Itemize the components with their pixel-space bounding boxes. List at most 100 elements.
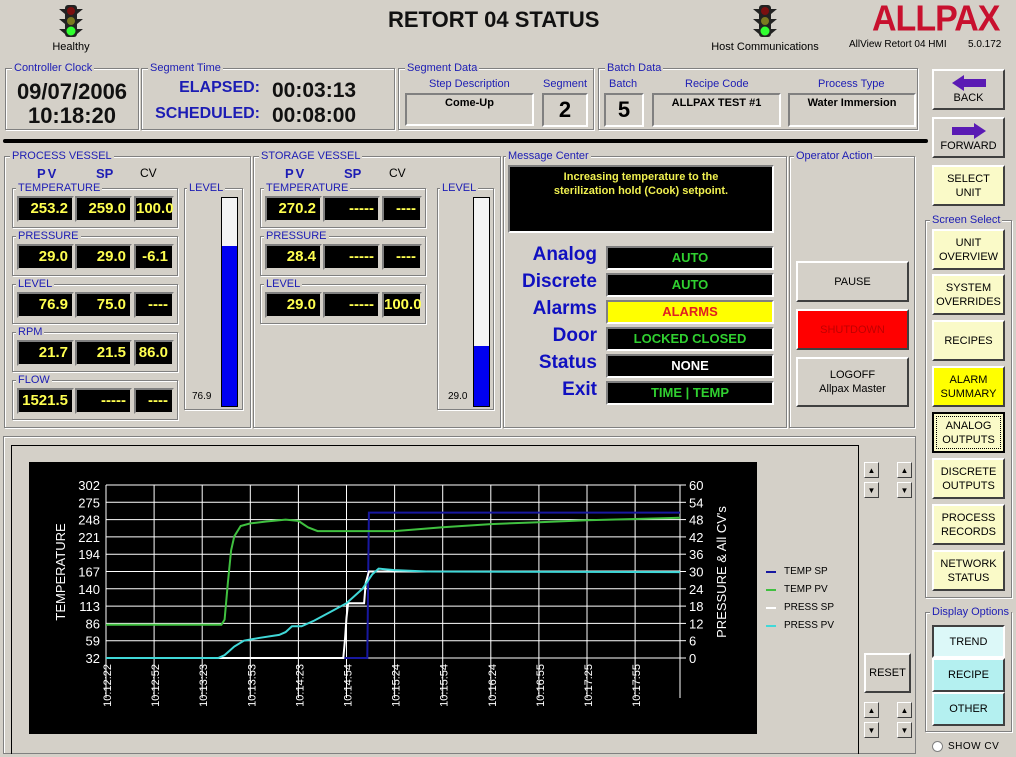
select-unit-button[interactable]: SELECT UNIT: [932, 165, 1005, 206]
y2-tick-label: 30: [689, 565, 703, 580]
operator-action-title: Operator Action: [794, 149, 875, 163]
recipes-button[interactable]: RECIPES: [932, 320, 1005, 361]
pv-flow-sp-readout: -----: [75, 388, 132, 414]
x-tick-label: 10:15:24: [391, 664, 403, 707]
y2-offset-down-button[interactable]: ▼: [897, 722, 912, 738]
x-tick-label: 10:12:22: [102, 664, 114, 707]
pv-pressure-label: PRESSURE: [16, 229, 81, 243]
host-communications-label: Host Communications: [711, 41, 819, 53]
y2-axis-label: PRESSURE & All CV's: [714, 506, 729, 638]
y-tick-label: 302: [78, 478, 100, 493]
y-tick-label: 221: [78, 530, 100, 545]
legend-item: TEMP SP: [766, 563, 834, 581]
y-scale-up-button[interactable]: ▲: [864, 462, 879, 478]
shutdown-button[interactable]: SHUTDOWN: [796, 309, 909, 350]
pv-pressure-pv-readout: 29.0: [17, 244, 74, 270]
arrow-left-icon: [951, 74, 986, 91]
recipe-view-button[interactable]: RECIPE: [932, 658, 1005, 692]
discrete-outputs-button[interactable]: DISCRETE OUTPUTS: [932, 458, 1005, 499]
recipe-code-value: ALLPAX TEST #1: [671, 97, 762, 109]
scheduled-value: 00:08:00: [272, 104, 357, 127]
trend-button[interactable]: TREND: [932, 625, 1005, 658]
pv-column-header: PV: [285, 166, 307, 181]
logoff-button[interactable]: LOGOFF Allpax Master: [796, 357, 909, 407]
sv-temperature-sp-readout: -----: [323, 196, 380, 222]
button-label: OVERRIDES: [936, 295, 1001, 308]
storage-level-title: LEVEL: [440, 181, 479, 195]
logoff-user: Allpax Master: [819, 383, 886, 395]
forward-button[interactable]: FORWARD: [932, 117, 1005, 158]
button-label: RECORDS: [940, 525, 996, 538]
sv-temperature-cv-readout: ----: [382, 196, 422, 222]
y-tick-label: 59: [86, 634, 100, 649]
y2-tick-label: 54: [689, 495, 703, 510]
back-button[interactable]: BACK: [932, 69, 1005, 110]
process-records-button[interactable]: PROCESS RECORDS: [932, 504, 1005, 545]
sv-pressure-pv-readout: 28.4: [265, 244, 322, 270]
pv-rpm-sp-readout: 21.5: [75, 340, 132, 366]
y-scale-down-button[interactable]: ▼: [864, 482, 879, 498]
button-label: SYSTEM: [945, 281, 992, 294]
logoff-label: LOGOFF: [829, 369, 876, 381]
analog-outputs-button[interactable]: ANALOG OUTPUTS: [932, 412, 1005, 453]
analog-status-value: AUTO: [606, 246, 774, 270]
y2-scale-down-button[interactable]: ▼: [897, 482, 912, 498]
display-options-title: Display Options: [930, 605, 1012, 619]
legend-label: TEMP SP: [784, 566, 828, 577]
network-status-button[interactable]: NETWORK STATUS: [932, 550, 1005, 591]
unit-overview-button[interactable]: UNIT OVERVIEW: [932, 229, 1005, 270]
pause-button[interactable]: PAUSE: [796, 261, 909, 302]
y-tick-label: 86: [86, 616, 100, 631]
process-type-field: Water Immersion: [788, 93, 916, 127]
x-tick-label: 10:17:25: [583, 664, 595, 707]
x-tick-label: 10:12:52: [150, 664, 162, 707]
pv-flow-label: FLOW: [16, 373, 52, 387]
y-tick-label: 194: [78, 547, 100, 562]
y2-offset-up-button[interactable]: ▲: [897, 702, 912, 718]
process-vessel-title: PROCESS VESSEL: [10, 149, 114, 163]
pv-column-header: PV: [37, 166, 59, 181]
segment-value: 2: [558, 97, 572, 122]
pv-rpm-pv-readout: 21.7: [17, 340, 74, 366]
header-divider: [3, 139, 928, 143]
batch-field: 5: [604, 93, 644, 127]
system-overrides-button[interactable]: SYSTEM OVERRIDES: [932, 274, 1005, 315]
segment-data-title: Segment Data: [405, 61, 480, 75]
alarms-status-label: Alarms: [532, 298, 597, 319]
alarms-status-value: ALARMS: [606, 300, 774, 324]
sv-level-pv-readout: 29.0: [265, 292, 322, 318]
pv-temperature-cv-readout: 100.0: [134, 196, 174, 222]
process-level-bar: [221, 197, 238, 407]
button-label: NETWORK: [940, 557, 997, 570]
message-display: Increasing temperature to the sterilizat…: [508, 165, 774, 233]
y-offset-up-button[interactable]: ▲: [864, 702, 879, 718]
traffic-light-icon: [59, 5, 83, 37]
x-tick-label: 10:13:23: [198, 664, 210, 707]
reset-button[interactable]: RESET: [864, 653, 911, 693]
process-level-value: 76.9: [192, 391, 212, 402]
exit-status-label: Exit: [562, 379, 597, 400]
process-level-fill: [222, 246, 237, 406]
sv-pressure-label: PRESSURE: [264, 229, 329, 243]
y2-scale-up-button[interactable]: ▲: [897, 462, 912, 478]
button-label: PROCESS: [941, 511, 996, 524]
x-tick-label: 10:17:55: [631, 664, 643, 707]
other-view-button[interactable]: OTHER: [932, 692, 1005, 726]
y2-tick-label: 24: [689, 582, 703, 597]
cv-column-header: CV: [140, 166, 157, 180]
y2-tick-label: 60: [689, 478, 703, 493]
segment-label: Segment: [543, 78, 588, 90]
y-tick-label: 32: [86, 651, 100, 666]
y2-tick-label: 18: [689, 599, 703, 614]
alarm-summary-button[interactable]: ALARM SUMMARY: [932, 366, 1005, 407]
y2-tick-label: 12: [689, 616, 703, 631]
y-tick-label: 275: [78, 495, 100, 510]
show-cv-radio[interactable]: SHOW CV: [932, 741, 999, 752]
legend-label: TEMP PV: [784, 584, 828, 595]
pv-temperature-sp-readout: 259.0: [75, 196, 132, 222]
batch-label: Batch: [609, 78, 638, 90]
pv-rpm-label: RPM: [16, 325, 45, 339]
y-offset-down-button[interactable]: ▼: [864, 722, 879, 738]
button-label: ANALOG: [945, 419, 992, 432]
recipe-code-field: ALLPAX TEST #1: [652, 93, 781, 127]
